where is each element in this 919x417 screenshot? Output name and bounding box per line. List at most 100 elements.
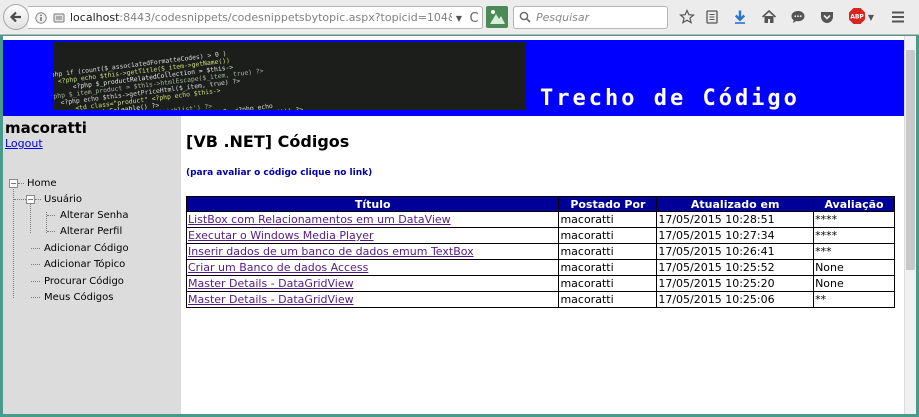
back-arrow-icon — [9, 11, 21, 23]
reload-icon[interactable]: C — [467, 10, 481, 26]
user-name: macoratti — [5, 119, 87, 137]
reading-list-icon[interactable] — [703, 8, 721, 26]
table-row: Inserir dados de um banco de dados emum … — [185, 243, 895, 260]
snippet-link[interactable]: Inserir dados de um banco de dados emum … — [188, 245, 474, 258]
column-header-avaliacao: Avaliação — [813, 196, 895, 212]
sidebar: macoratti Logout − Home − Usuário Altera… — [3, 116, 181, 414]
cell-titulo: Master Details - DataGridView — [185, 275, 560, 292]
cell-titulo: Master Details - DataGridView — [185, 291, 560, 308]
snippet-link[interactable]: Master Details - DataGridView — [188, 293, 354, 306]
tree-line — [30, 202, 31, 233]
tree-label-alterar-senha[interactable]: Alterar Senha — [60, 210, 129, 221]
tree-label-home[interactable]: Home — [27, 178, 57, 189]
cell-titulo: ListBox com Relacionamentos em um DataVi… — [185, 211, 560, 228]
cell-postado-por: macoratti — [558, 211, 658, 228]
download-icon[interactable] — [731, 8, 749, 26]
url-path: :8443/codesnippets/codesnippetsbytopic.a… — [119, 11, 452, 24]
page-viewport: <?php if (count($_associatedFormatteCode… — [3, 36, 904, 414]
tree-line — [18, 183, 24, 184]
url-bar[interactable]: localhost:8443/codesnippets/codesnippets… — [28, 6, 483, 29]
cell-titulo: Executar o Windows Media Player — [185, 227, 560, 244]
snippet-link[interactable]: Criar um Banco de dados Access — [188, 261, 368, 274]
cell-titulo: Criar um Banco de dados Access — [185, 259, 560, 276]
home-icon[interactable] — [760, 8, 778, 26]
table-row: Master Details - DataGridView macoratti … — [185, 291, 895, 308]
cell-postado-por: macoratti — [558, 291, 658, 308]
tree-label-procurar-codigo[interactable]: Procurar Código — [44, 276, 124, 287]
cell-atualizado-em: 17/05/2015 10:28:51 — [656, 211, 815, 228]
snippet-link[interactable]: Executar o Windows Media Player — [188, 229, 374, 242]
snippets-table: Título Postado Por Atualizado em Avaliaç… — [185, 196, 895, 308]
page-title: [VB .NET] Códigos — [186, 132, 350, 151]
adblock-label: ABP — [850, 14, 864, 21]
tree-label-meus-codigos[interactable]: Meus Códigos — [44, 292, 113, 303]
tree-line — [31, 264, 40, 265]
tree-label-adicionar-codigo[interactable]: Adicionar Código — [44, 243, 129, 254]
table-row: Master Details - DataGridView macoratti … — [185, 275, 895, 292]
cell-atualizado-em: 17/05/2015 10:25:20 — [656, 275, 815, 292]
tree-line — [31, 281, 40, 282]
cell-postado-por: macoratti — [558, 227, 658, 244]
snippet-link[interactable]: ListBox com Relacionamentos em um DataVi… — [188, 213, 451, 226]
table-row: Executar o Windows Media Player macoratt… — [185, 227, 895, 244]
page-info-icon[interactable] — [34, 11, 48, 25]
column-header-postado-por: Postado Por — [558, 196, 658, 212]
column-header-titulo: Título — [185, 196, 560, 212]
adblock-icon[interactable]: ABP — [848, 7, 866, 25]
url-host: localhost — [70, 11, 120, 24]
cell-titulo: Inserir dados de um banco de dados emum … — [185, 243, 560, 260]
tree-label-adicionar-topico[interactable]: Adicionar Tópico — [44, 259, 125, 270]
tree-line — [31, 297, 40, 298]
tree-label-usuario[interactable]: Usuário — [44, 194, 82, 205]
snippet-link[interactable]: Master Details - DataGridView — [188, 277, 354, 290]
back-button[interactable] — [3, 4, 29, 30]
cell-atualizado-em: 17/05/2015 10:25:06 — [656, 291, 815, 308]
search-icon — [518, 10, 532, 24]
pocket-icon[interactable] — [818, 8, 836, 26]
cell-avaliacao: **** — [813, 211, 895, 228]
tree-line — [47, 215, 55, 216]
cell-avaliacao: None — [813, 275, 895, 292]
page-scrollbar[interactable] — [904, 36, 916, 414]
tree-line — [31, 248, 40, 249]
cell-atualizado-em: 17/05/2015 10:27:34 — [656, 227, 815, 244]
cell-avaliacao: ** — [813, 291, 895, 308]
site-title: Trecho de Código — [540, 86, 800, 111]
menu-icon[interactable] — [889, 8, 907, 26]
column-header-atualizado-em: Atualizado em — [656, 196, 815, 212]
cell-atualizado-em: 17/05/2015 10:25:52 — [656, 259, 815, 276]
cell-atualizado-em: 17/05/2015 10:26:41 — [656, 243, 815, 260]
cell-avaliacao: None — [813, 259, 895, 276]
banner-code-graphic: <?php if (count($_associatedFormatteCode… — [53, 49, 304, 110]
table-header-row: Título Postado Por Atualizado em Avaliaç… — [185, 196, 895, 212]
adblock-dropdown-icon[interactable]: ▼ — [866, 10, 876, 24]
tree-line — [35, 199, 41, 200]
search-input[interactable] — [536, 10, 664, 25]
extension-button[interactable] — [486, 6, 508, 28]
collapse-icon[interactable]: − — [9, 179, 18, 188]
scrollbar-thumb[interactable] — [906, 50, 915, 270]
url-text[interactable]: localhost:8443/codesnippets/codesnippets… — [70, 11, 452, 24]
cell-postado-por: macoratti — [558, 259, 658, 276]
cell-avaliacao: **** — [813, 227, 895, 244]
tree-line — [13, 185, 14, 298]
cell-avaliacao: *** — [813, 243, 895, 260]
chat-icon[interactable] — [789, 8, 807, 26]
tree-line — [47, 231, 55, 232]
cell-postado-por: macoratti — [558, 275, 658, 292]
search-bar[interactable] — [513, 6, 668, 29]
table-row: ListBox com Relacionamentos em um DataVi… — [185, 211, 895, 228]
collapse-icon[interactable]: − — [26, 195, 35, 204]
tree-label-alterar-perfil[interactable]: Alterar Perfil — [60, 226, 122, 237]
history-dropdown-icon[interactable] — [52, 11, 66, 25]
banner-code-lines: <?php if (count($_associatedFormatteCode… — [53, 49, 304, 110]
banner-code-image: <?php if (count($_associatedFormatteCode… — [53, 42, 526, 110]
tree-line — [14, 199, 26, 200]
logout-link[interactable]: Logout — [5, 137, 43, 150]
dropdown-arrow-icon[interactable]: ▼ — [453, 11, 465, 25]
table-row: Criar um Banco de dados Access macoratti… — [185, 259, 895, 276]
main-content: [VB .NET] Códigos (para avaliar o código… — [181, 116, 904, 414]
rating-hint: (para avaliar o código clique no link) — [186, 168, 373, 178]
browser-toolbar: localhost:8443/codesnippets/codesnippets… — [0, 0, 919, 35]
bookmark-star-icon[interactable] — [678, 8, 696, 26]
